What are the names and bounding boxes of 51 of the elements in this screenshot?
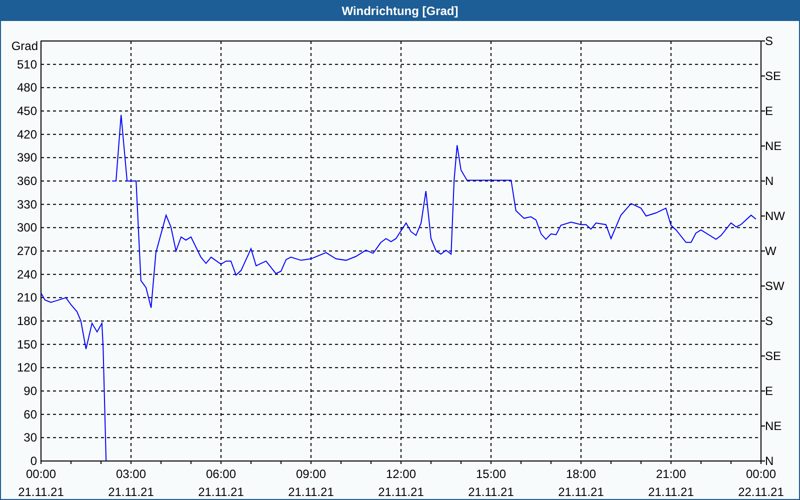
x-date-label: 21.11.21 [648, 485, 694, 499]
x-date-label: 22.11.21 [738, 485, 784, 499]
y-tick-label: 90 [24, 384, 37, 398]
compass-tick-label: E [765, 384, 774, 398]
compass-tick-label: N [765, 174, 774, 188]
y-tick-label: 60 [24, 407, 37, 422]
x-tick-label: 12:00 [386, 467, 416, 481]
y-tick-label: 300 [16, 220, 37, 235]
y-tick-label: 450 [16, 104, 37, 118]
x-date-label: 21.11.21 [468, 485, 514, 499]
y-tick-label: 480 [16, 80, 37, 95]
y-tick-label: 180 [16, 314, 37, 328]
x-date-label: 21.11.21 [18, 485, 64, 499]
window-title: Windrichtung [Grad] [1, 1, 799, 21]
x-tick-label: 03:00 [116, 467, 146, 481]
y-tick-label: 420 [16, 127, 37, 142]
y-tick-label: 360 [16, 174, 37, 188]
x-tick-label: 15:00 [476, 467, 506, 481]
y-tick-label: 240 [16, 267, 37, 282]
x-date-label: 21.11.21 [288, 485, 334, 499]
x-date-label: 21.11.21 [378, 485, 424, 499]
y-tick-label: 210 [16, 290, 37, 305]
x-tick-label: 18:00 [566, 467, 596, 481]
x-tick-label: 09:00 [296, 467, 326, 481]
compass-tick-label: S [765, 314, 774, 328]
y-tick-label: 270 [16, 244, 37, 258]
compass-tick-label: N [765, 454, 774, 468]
x-tick-label: 00:00 [26, 467, 56, 481]
compass-tick-label: NW [765, 209, 785, 223]
compass-tick-label: E [765, 104, 774, 118]
compass-tick-label: NE [765, 419, 782, 433]
x-tick-label: 00:00 [746, 467, 776, 481]
compass-tick-label: W [765, 244, 776, 258]
y-tick-label: 330 [16, 197, 37, 212]
x-date-label: 21.11.21 [558, 485, 604, 499]
y-tick-label: 390 [16, 150, 37, 165]
y-tick-label: 120 [16, 360, 37, 375]
compass-tick-label: S [765, 34, 774, 48]
y-tick-label: 30 [24, 430, 37, 445]
compass-tick-label: NE [765, 139, 782, 153]
compass-tick-label: SE [765, 349, 782, 363]
compass-tick-label: SW [765, 279, 784, 293]
y-axis-title: Grad [11, 39, 38, 53]
y-tick-label: 510 [16, 57, 37, 72]
x-date-label: 21.11.21 [108, 485, 154, 499]
x-date-label: 21.11.21 [198, 485, 244, 499]
y-tick-label: 0 [30, 454, 37, 468]
x-tick-label: 21:00 [656, 467, 686, 481]
y-tick-label: 150 [16, 337, 37, 352]
compass-tick-label: SE [765, 69, 782, 83]
x-tick-label: 06:00 [206, 467, 236, 481]
